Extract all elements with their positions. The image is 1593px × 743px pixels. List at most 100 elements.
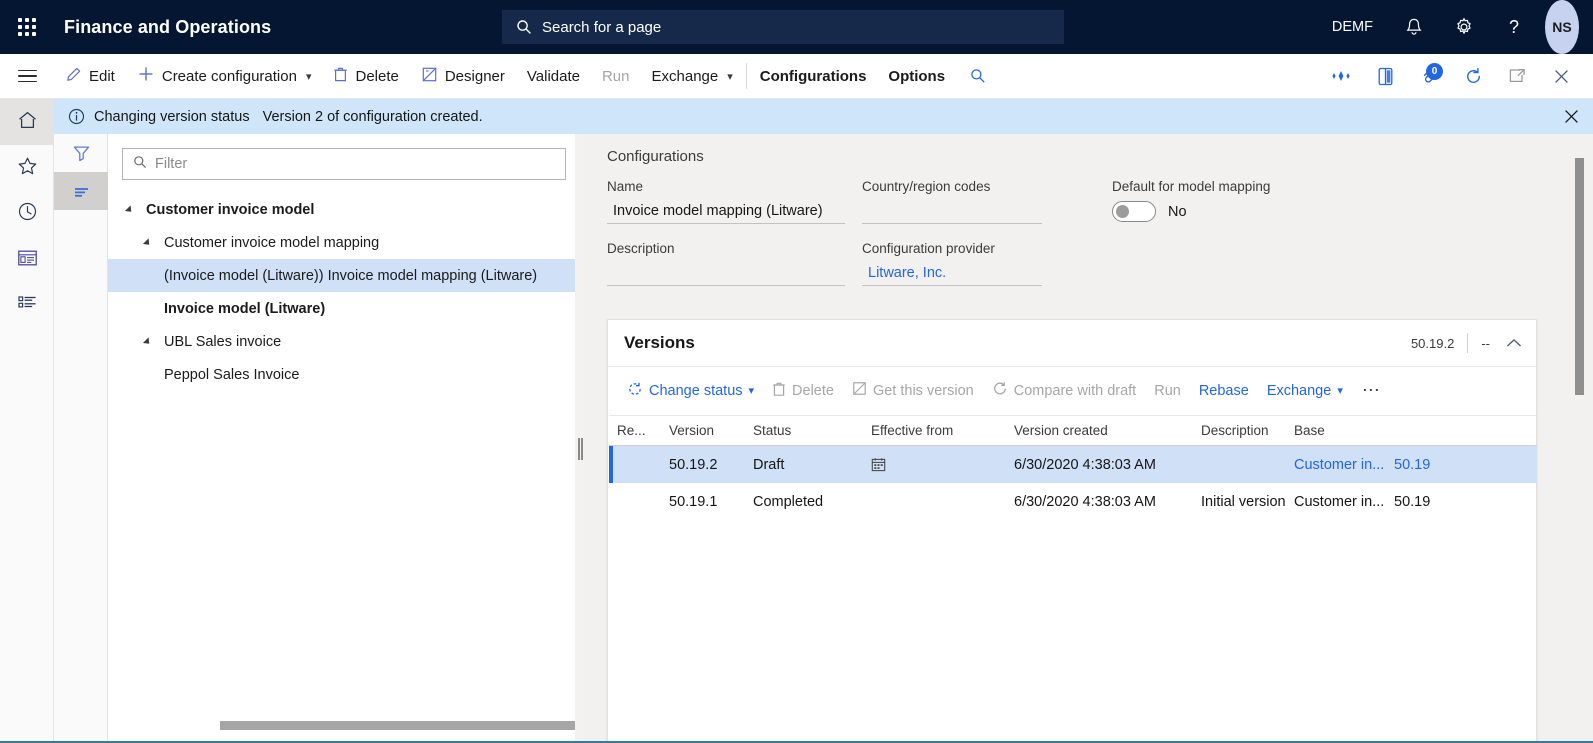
filter-icon[interactable] [54, 134, 108, 172]
tree-node-ubl-sales-invoice[interactable]: UBL Sales invoice [108, 325, 579, 358]
legal-entity-selector[interactable]: DEMF [1316, 0, 1389, 54]
versions-overflow-button[interactable]: ⋯ [1352, 380, 1391, 401]
versions-title: Versions [624, 333, 695, 353]
column-header-status[interactable]: Status [753, 423, 871, 438]
cell-version-created: 6/30/2020 4:38:03 AM [1014, 494, 1201, 510]
search-input[interactable]: Search for a page [502, 10, 1064, 44]
form-section-title: Configurations [607, 148, 1593, 165]
designer-button[interactable]: Designer [410, 54, 516, 99]
sidebar-item-recent[interactable] [0, 191, 54, 237]
tree-node-invoice-model-litware[interactable]: Invoice model (Litware) [108, 292, 579, 325]
scrollbar-thumb[interactable] [1575, 158, 1584, 395]
versions-card: Versions 50.19.2 -- Change status ▾ [607, 319, 1537, 743]
filter-placeholder: Filter [155, 156, 187, 172]
calendar-icon[interactable] [871, 457, 886, 472]
app-launcher-icon[interactable] [0, 0, 54, 54]
default-for-model-mapping-toggle[interactable] [1112, 201, 1156, 222]
top-bar-right-group: DEMF ? NS [1316, 0, 1593, 54]
designer-icon [421, 66, 438, 87]
list-icon[interactable] [54, 172, 108, 210]
column-header-base[interactable]: Base [1294, 423, 1394, 438]
country-region-codes-value[interactable] [862, 199, 1042, 224]
country-region-codes-field: Country/region codes [862, 179, 1112, 224]
tree-node-peppol-sales-invoice[interactable]: Peppol Sales Invoice [108, 358, 579, 391]
rebase-button[interactable]: Rebase [1190, 375, 1258, 407]
sidebar-item-modules[interactable] [0, 283, 54, 329]
default-for-model-mapping-label: Default for model mapping [1112, 179, 1412, 194]
splitter-grip-icon[interactable] [578, 438, 582, 460]
modules-icon [17, 294, 38, 318]
name-field: Name Invoice model mapping (Litware) [607, 179, 862, 224]
versions-header-right: 50.19.2 -- [1411, 333, 1522, 353]
cell-version: 50.19.2 [669, 457, 753, 473]
column-header-effective-from[interactable]: Effective from [871, 423, 1014, 438]
tab-options[interactable]: Options [877, 54, 956, 99]
versions-card-header[interactable]: Versions 50.19.2 -- [608, 320, 1536, 367]
pane-splitter[interactable] [575, 134, 585, 743]
tab-configurations[interactable]: Configurations [749, 54, 878, 99]
column-header-version[interactable]: Version [669, 423, 753, 438]
help-icon[interactable]: ? [1489, 0, 1539, 54]
office-apps-icon[interactable] [1363, 54, 1407, 99]
create-configuration-button[interactable]: Create configuration ▾ [126, 54, 323, 99]
message-bar-close-icon[interactable] [1549, 99, 1593, 134]
form-fields-grid: Name Invoice model mapping (Litware) Des… [607, 179, 1593, 303]
change-status-button[interactable]: Change status ▾ [618, 375, 763, 407]
expand-triangle-icon[interactable] [122, 206, 136, 214]
edit-button[interactable]: Edit [54, 54, 126, 99]
message-bar-title: Changing version status [94, 109, 250, 125]
column-header-re[interactable]: Re... [609, 423, 669, 438]
table-row[interactable]: 50.19.1 Completed 6/30/2020 4:38:03 AM I… [609, 483, 1537, 520]
expand-triangle-icon[interactable] [140, 239, 154, 247]
notifications-icon[interactable] [1389, 0, 1439, 54]
versions-exchange-button[interactable]: Exchange ▾ [1258, 375, 1352, 407]
search-placeholder: Search for a page [542, 19, 661, 36]
get-version-icon [852, 381, 867, 400]
tree-node-customer-invoice-model[interactable]: Customer invoice model [108, 193, 579, 226]
avatar[interactable]: NS [1545, 0, 1579, 54]
cell-status: Completed [753, 494, 871, 510]
column-header-version-created[interactable]: Version created [1014, 423, 1201, 438]
cell-effective-from[interactable] [871, 457, 1014, 472]
filter-input[interactable]: Filter [122, 148, 566, 180]
attachments-icon[interactable]: 0 [1407, 54, 1451, 99]
form-column-1: Name Invoice model mapping (Litware) Des… [607, 179, 862, 303]
cell-base[interactable]: Customer in... [1294, 457, 1394, 473]
home-icon [17, 110, 38, 135]
share-icon[interactable] [1319, 54, 1363, 99]
sidebar-item-workspaces[interactable] [0, 237, 54, 283]
toolbar-search-icon[interactable] [956, 54, 1000, 99]
configuration-provider-value[interactable]: Litware, Inc. [862, 261, 1042, 286]
description-field-value[interactable] [607, 261, 845, 286]
configuration-tree: Customer invoice model Customer invoice … [108, 193, 579, 391]
search-icon [516, 19, 532, 35]
name-field-value[interactable]: Invoice model mapping (Litware) [607, 199, 845, 224]
expand-triangle-icon[interactable] [140, 338, 154, 346]
chevron-up-icon[interactable] [1506, 338, 1522, 348]
edit-button-label: Edit [89, 68, 115, 85]
close-icon[interactable] [1539, 54, 1583, 99]
exchange-button[interactable]: Exchange ▾ [641, 54, 744, 99]
message-bar-text: Version 2 of configuration created. [263, 109, 483, 125]
tree-node-invoice-model-mapping-litware[interactable]: (Invoice model (Litware)) Invoice model … [108, 259, 579, 292]
country-region-codes-label: Country/region codes [862, 179, 1112, 194]
sidebar-item-favorites[interactable] [0, 145, 54, 191]
gear-icon[interactable] [1439, 0, 1489, 54]
cell-base-version[interactable]: 50.19 [1394, 457, 1454, 473]
sidebar-item-home[interactable] [0, 99, 54, 145]
table-row[interactable]: 50.19.2 Draft 6/30/2020 4:38:03 AM Custo… [609, 446, 1537, 483]
validate-button[interactable]: Validate [516, 54, 591, 99]
form-column-2: Country/region codes Configuration provi… [862, 179, 1112, 303]
compare-with-draft-label: Compare with draft [1014, 383, 1137, 399]
chevron-down-icon: ▾ [306, 70, 312, 83]
cell-version-created: 6/30/2020 4:38:03 AM [1014, 457, 1201, 473]
tree-node-customer-invoice-model-mapping[interactable]: Customer invoice model mapping [108, 226, 579, 259]
delete-button[interactable]: Delete [322, 54, 409, 99]
navigation-rail [0, 99, 54, 743]
content-vertical-scrollbar[interactable] [1575, 158, 1584, 719]
popout-icon[interactable] [1495, 54, 1539, 99]
refresh-icon[interactable] [1451, 54, 1495, 99]
hamburger-menu-icon[interactable] [0, 54, 54, 99]
column-header-description[interactable]: Description [1201, 423, 1294, 438]
message-bar: Changing version status Version 2 of con… [54, 99, 1593, 134]
